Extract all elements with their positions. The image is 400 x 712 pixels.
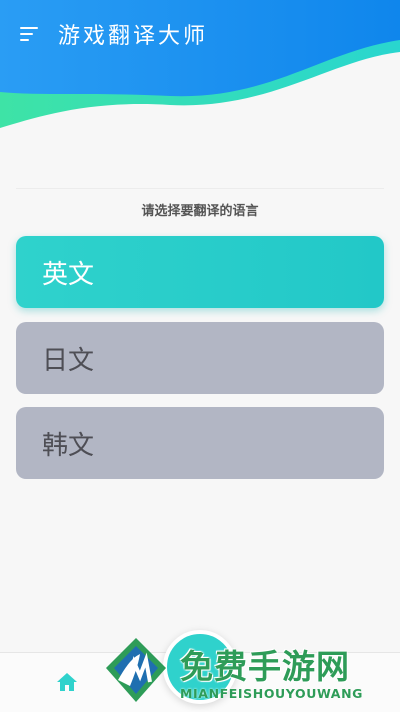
- home-icon[interactable]: [56, 672, 78, 692]
- language-option-label: 英文: [42, 259, 95, 290]
- header: 游戏翻译大师: [0, 0, 400, 140]
- language-option-label: 韩文: [42, 430, 95, 461]
- watermark-title: 免费手游网: [180, 647, 350, 686]
- language-option-japanese[interactable]: 日文: [16, 322, 384, 394]
- app-title: 游戏翻译大师: [58, 24, 209, 49]
- divider: [16, 188, 384, 189]
- language-prompt: 请选择要翻译的语言: [141, 204, 259, 219]
- language-option-korean[interactable]: 韩文: [16, 407, 384, 479]
- watermark-logo: [106, 638, 166, 702]
- menu-icon[interactable]: [20, 27, 40, 43]
- language-option-english[interactable]: 英文: [16, 236, 384, 308]
- language-option-label: 日文: [42, 345, 95, 376]
- watermark-subtitle: MIANFEISHOUYOUWANG: [180, 686, 363, 701]
